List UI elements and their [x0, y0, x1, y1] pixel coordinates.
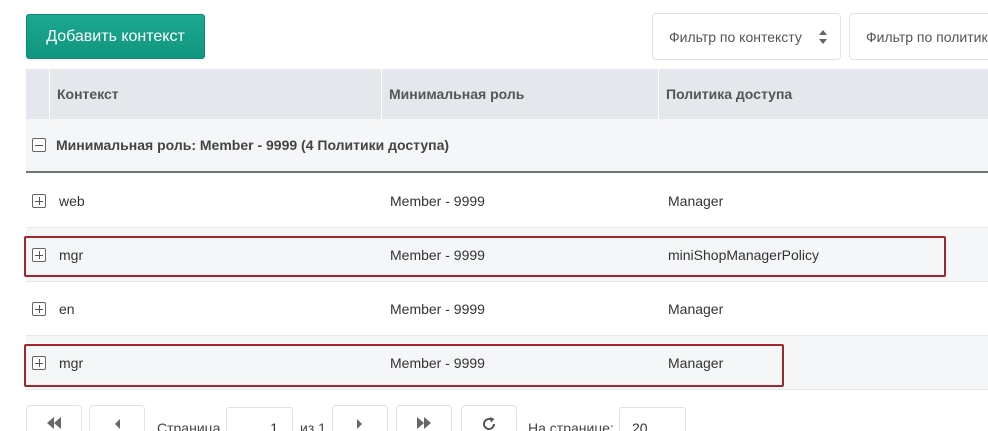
sort-updown-icon[interactable]: [818, 28, 828, 46]
column-header-context[interactable]: Контекст: [50, 69, 382, 119]
filter-context-combobox[interactable]: Фильтр по контексту: [652, 13, 841, 60]
collapse-icon[interactable]: [32, 138, 46, 152]
cell-context: web: [59, 193, 85, 209]
grid-header: Контекст Минимальная роль Политика досту…: [26, 69, 988, 119]
expand-icon[interactable]: [32, 248, 46, 262]
cell-policy: Manager: [668, 355, 724, 371]
filter-policy-placeholder: Фильтр по политике: [866, 28, 988, 45]
access-policies-panel: Добавить контекст Фильтр по контексту Фи…: [0, 0, 988, 431]
group-label: Минимальная роль: Member - 9999 (4 Полит…: [56, 137, 450, 153]
page-label: Страница: [157, 420, 221, 431]
first-page-icon: [47, 417, 61, 429]
expand-icon[interactable]: [32, 356, 46, 370]
last-page-icon: [417, 417, 431, 429]
page-number-input[interactable]: 1: [226, 407, 293, 431]
cell-min-role: Member - 9999: [390, 301, 485, 317]
per-page-label: На странице:: [528, 420, 614, 431]
grid-header-expander-column: [26, 69, 50, 119]
cell-policy: miniShopManagerPolicy: [668, 247, 819, 263]
expand-icon[interactable]: [32, 302, 46, 316]
column-header-min-role[interactable]: Минимальная роль: [382, 69, 659, 119]
expand-icon[interactable]: [32, 194, 46, 208]
cell-min-role: Member - 9999: [390, 193, 485, 209]
cell-policy: Manager: [668, 301, 724, 317]
cell-min-role: Member - 9999: [390, 247, 485, 263]
table-row[interactable]: web Member - 9999 Manager: [26, 174, 988, 228]
table-row[interactable]: mgr Member - 9999 miniShopManagerPolicy: [26, 228, 988, 282]
cell-context: mgr: [59, 355, 84, 371]
cell-context: mgr: [59, 247, 84, 263]
per-page-input[interactable]: 20: [619, 407, 686, 431]
page-of-label: из 1: [300, 420, 326, 431]
cell-context: en: [59, 301, 75, 317]
table-row[interactable]: mgr Member - 9999 Manager: [26, 336, 988, 390]
prev-page-button[interactable]: [89, 405, 145, 431]
next-page-icon: [357, 419, 362, 429]
add-context-button[interactable]: Добавить контекст: [26, 14, 205, 59]
prev-page-icon: [115, 419, 120, 429]
filter-policy-combobox[interactable]: Фильтр по политике: [849, 13, 988, 60]
refresh-button[interactable]: [461, 405, 517, 431]
cell-min-role: Member - 9999: [390, 355, 485, 371]
group-header-row[interactable]: Минимальная роль: Member - 9999 (4 Полит…: [26, 119, 988, 173]
refresh-icon: [483, 417, 496, 430]
table-row[interactable]: en Member - 9999 Manager: [26, 282, 988, 336]
last-page-button[interactable]: [396, 405, 452, 431]
filter-context-placeholder: Фильтр по контексту: [669, 28, 802, 45]
next-page-button[interactable]: [332, 405, 388, 431]
column-header-policy[interactable]: Политика доступа: [659, 69, 988, 119]
first-page-button[interactable]: [26, 405, 82, 431]
cell-policy: Manager: [668, 193, 724, 209]
